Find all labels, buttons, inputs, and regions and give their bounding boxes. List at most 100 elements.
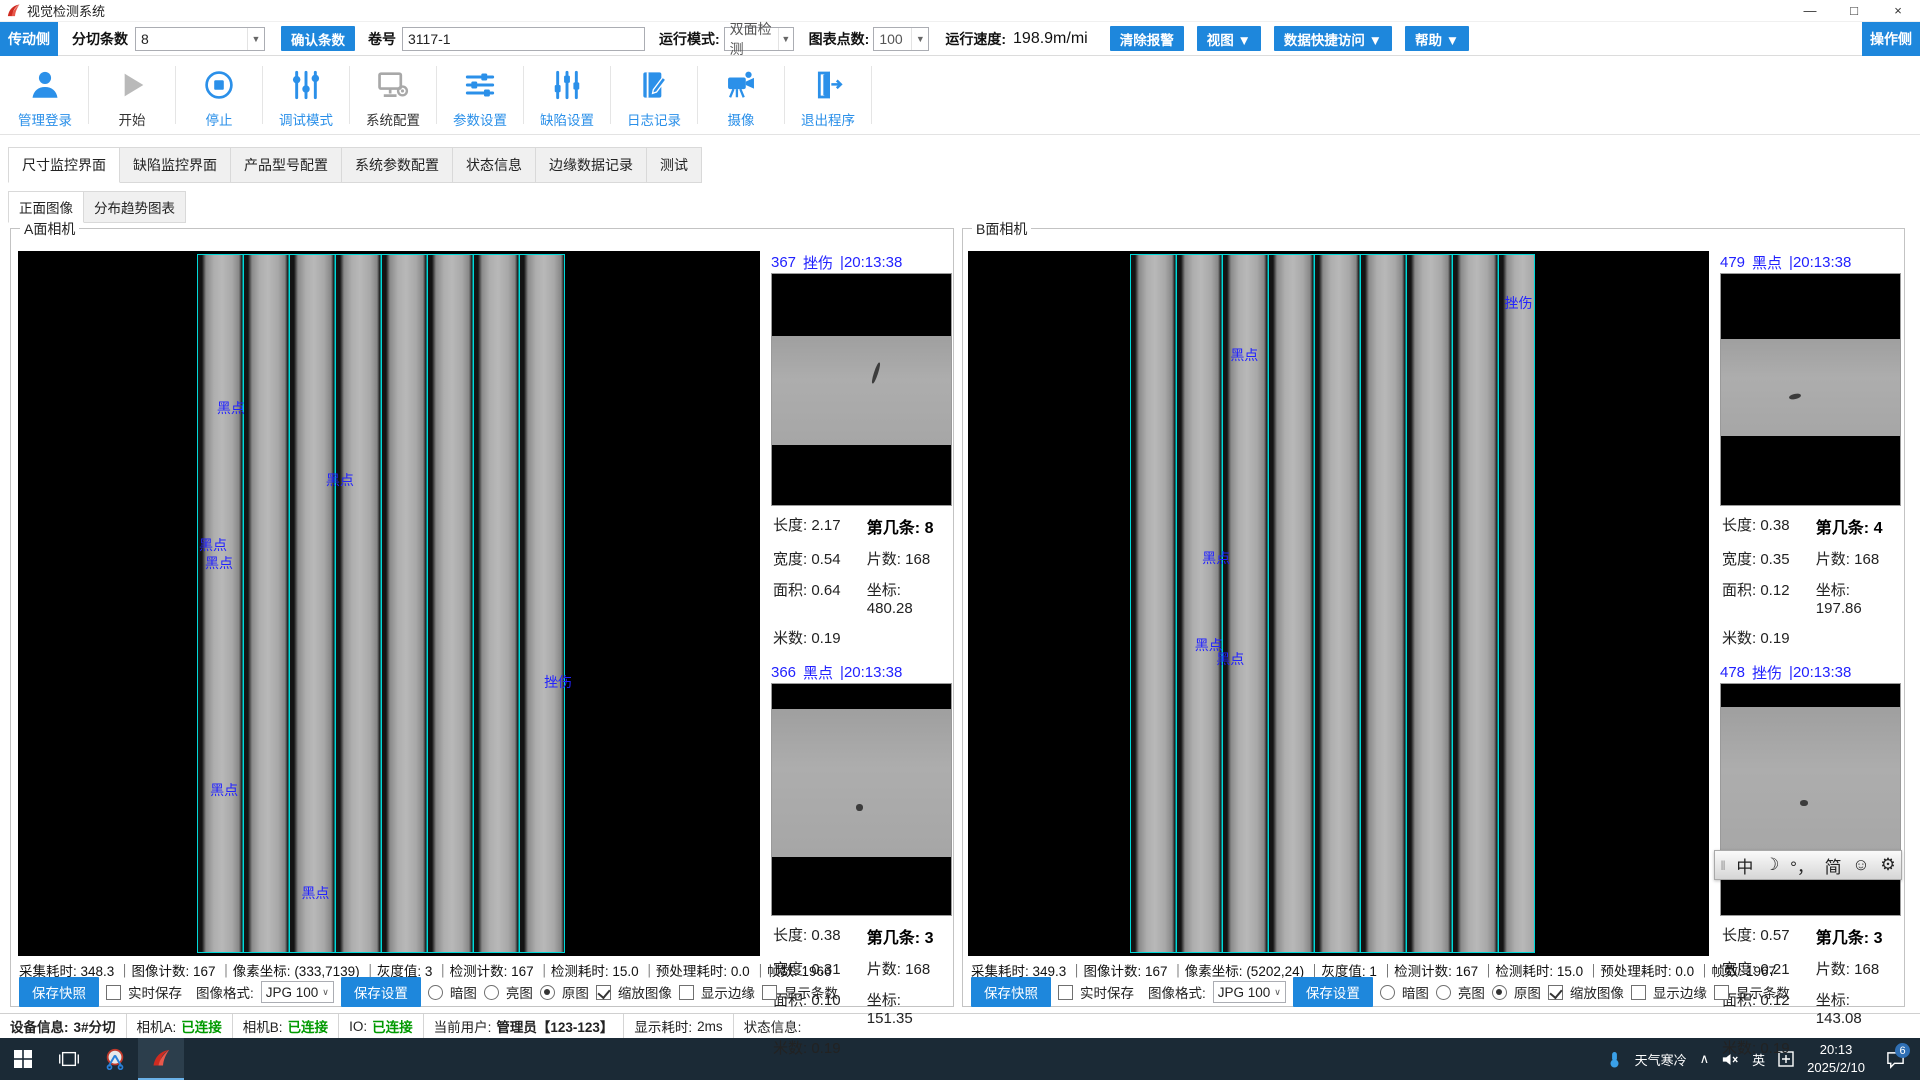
tray-expand-chevron[interactable]: ∧ xyxy=(1700,1051,1710,1067)
show-edges-checkbox[interactable] xyxy=(1631,985,1646,1000)
image-format-select[interactable]: JPG 100 ∨ xyxy=(1213,981,1286,1003)
dark-image-radio[interactable] xyxy=(1380,985,1395,1000)
icon-label: 摄像 xyxy=(728,109,755,129)
notification-center-button[interactable]: 6 xyxy=(1878,1038,1912,1080)
slit-count-select[interactable]: 8 ▼ xyxy=(135,27,265,51)
chevron-down-icon[interactable]: ∨ xyxy=(318,987,333,998)
admin-login-button[interactable]: 管理登录 xyxy=(4,56,86,134)
bright-image-radio[interactable] xyxy=(484,985,499,1000)
defect-label: 黑点 xyxy=(1230,345,1258,365)
save-settings-button[interactable]: 保存设置 xyxy=(1293,977,1373,1007)
run-mode-label: 运行模式: xyxy=(659,29,720,49)
realtime-save-checkbox[interactable] xyxy=(1058,985,1073,1000)
ime-language-button[interactable]: 中 xyxy=(1736,853,1753,878)
chevron-down-icon[interactable]: ▼ xyxy=(778,28,793,50)
defect-label: 黑点 xyxy=(1216,649,1244,669)
debug-mode-button[interactable]: 调试模式 xyxy=(265,56,347,134)
roll-no-input[interactable]: 3117-1 xyxy=(402,27,645,51)
defect-thumbnail[interactable] xyxy=(1720,273,1901,506)
transmission-side-button[interactable]: 传动侧 xyxy=(0,22,58,56)
close-button[interactable]: × xyxy=(1876,0,1920,22)
log-record-button[interactable]: 日志记录 xyxy=(613,56,695,134)
zoom-image-checkbox[interactable] xyxy=(596,985,611,1000)
ime-drag-handle[interactable]: ‖ xyxy=(1720,858,1725,873)
width-label: 宽度: xyxy=(1722,551,1756,568)
weather-text[interactable]: 天气寒冷 xyxy=(1635,1050,1687,1069)
chart-points-select[interactable]: 100 ▼ xyxy=(873,27,929,51)
icon-label: 开始 xyxy=(119,109,146,129)
chevron-down-icon[interactable]: ▼ xyxy=(247,28,264,50)
help-menu-button[interactable]: 帮助 ▼ xyxy=(1405,26,1469,51)
show-strips-checkbox[interactable] xyxy=(1714,985,1729,1000)
run-mode-select[interactable]: 双面检测 ▼ xyxy=(724,27,794,51)
coord-value: 480.28 xyxy=(867,600,913,617)
bright-image-radio[interactable] xyxy=(1436,985,1451,1000)
meter-label: 米数: xyxy=(773,1040,807,1057)
ime-emoji-button[interactable]: ☺ xyxy=(1852,855,1869,875)
snipping-tool-icon xyxy=(104,1048,126,1070)
save-settings-button[interactable]: 保存设置 xyxy=(341,977,421,1007)
defect-label: 黑点 xyxy=(1202,548,1230,568)
snipping-tool-button[interactable] xyxy=(92,1038,138,1080)
defect-thumbnail[interactable] xyxy=(771,683,952,916)
log-book-icon xyxy=(638,66,670,104)
tab-size-monitor[interactable]: 尺寸监控界面 xyxy=(8,147,120,183)
view-menu-button[interactable]: 视图 ▼ xyxy=(1197,26,1261,51)
piece-label: 片数: xyxy=(1816,961,1850,978)
strip-value: 4 xyxy=(1874,520,1883,537)
exit-program-button[interactable]: 退出程序 xyxy=(787,56,869,134)
defect-thumbnail[interactable] xyxy=(771,273,952,506)
piece-value: 168 xyxy=(905,551,930,568)
start-button[interactable] xyxy=(0,1038,46,1080)
minimize-button[interactable]: — xyxy=(1788,0,1832,22)
length-label: 长度: xyxy=(773,517,807,534)
ime-settings-gear-icon[interactable]: ⚙ xyxy=(1880,855,1895,875)
tab-system-param-config[interactable]: 系统参数配置 xyxy=(342,147,453,183)
show-edges-checkbox[interactable] xyxy=(679,985,694,1000)
data-quick-access-button[interactable]: 数据快捷访问 ▼ xyxy=(1274,26,1392,51)
capture-button[interactable]: 摄像 xyxy=(700,56,782,134)
original-image-radio[interactable] xyxy=(540,985,555,1000)
param-settings-button[interactable]: 参数设置 xyxy=(439,56,521,134)
start-button[interactable]: 开始 xyxy=(91,56,173,134)
system-config-button[interactable]: 系统配置 xyxy=(352,56,434,134)
save-snapshot-button[interactable]: 保存快照 xyxy=(19,977,99,1007)
zoom-image-checkbox[interactable] xyxy=(1548,985,1563,1000)
tab-test[interactable]: 测试 xyxy=(647,147,702,183)
show-strips-checkbox[interactable] xyxy=(762,985,777,1000)
ime-simplified-button[interactable]: 简 xyxy=(1825,853,1842,878)
chevron-down-icon[interactable]: ∨ xyxy=(1270,987,1285,998)
realtime-save-checkbox[interactable] xyxy=(106,985,121,1000)
icon-label: 日志记录 xyxy=(627,109,681,129)
stop-icon xyxy=(203,66,235,104)
tab-product-model-config[interactable]: 产品型号配置 xyxy=(231,147,342,183)
confirm-count-button[interactable]: 确认条数 xyxy=(281,26,355,51)
run-speed-value: 198.9m/mi xyxy=(1013,30,1088,48)
maximize-button[interactable]: □ xyxy=(1832,0,1876,22)
ime-moon-icon[interactable]: ☽ xyxy=(1764,855,1779,875)
save-snapshot-button[interactable]: 保存快照 xyxy=(971,977,1051,1007)
task-view-button[interactable] xyxy=(46,1038,92,1080)
tab-edge-data-record[interactable]: 边缘数据记录 xyxy=(536,147,647,183)
material-band xyxy=(772,336,951,445)
stop-button[interactable]: 停止 xyxy=(178,56,260,134)
subtab-trend-chart[interactable]: 分布趋势图表 xyxy=(84,191,186,223)
defect-settings-button[interactable]: 缺陷设置 xyxy=(526,56,608,134)
vision-app-taskbar-button[interactable] xyxy=(138,1038,184,1080)
chevron-down-icon[interactable]: ▼ xyxy=(911,28,928,50)
strip-value: 8 xyxy=(925,520,934,537)
show-strips-label: 显示条数 xyxy=(784,982,838,1002)
defect-thumbnail[interactable] xyxy=(1720,683,1901,916)
slit-count-label: 分切条数 xyxy=(72,29,128,49)
length-value: 0.38 xyxy=(1760,517,1789,534)
tab-status-info[interactable]: 状态信息 xyxy=(453,147,536,183)
original-image-radio[interactable] xyxy=(1492,985,1507,1000)
ime-punctuation-button[interactable]: °， xyxy=(1790,853,1814,878)
image-format-select[interactable]: JPG 100 ∨ xyxy=(261,981,334,1003)
clear-alarm-button[interactable]: 清除报警 xyxy=(1110,26,1184,51)
operator-side-button[interactable]: 操作侧 xyxy=(1862,22,1920,56)
strip-label: 第几条: xyxy=(867,520,920,537)
icon-label: 退出程序 xyxy=(801,109,855,129)
dark-image-radio[interactable] xyxy=(428,985,443,1000)
tab-defect-monitor[interactable]: 缺陷监控界面 xyxy=(120,147,231,183)
